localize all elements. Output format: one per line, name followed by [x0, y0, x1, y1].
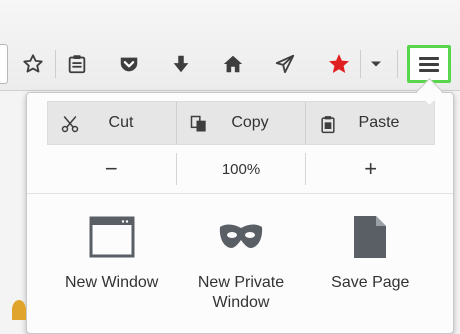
browser-toolbar [0, 0, 460, 91]
save-page-button[interactable]: Save Page [306, 211, 435, 321]
dropdown-caret-icon[interactable] [362, 46, 390, 82]
new-window-icon [89, 211, 135, 263]
toolbar-separator [397, 50, 398, 78]
copy-icon [189, 114, 209, 139]
save-page-label: Save Page [331, 274, 410, 291]
new-private-window-button[interactable]: New Private Window [176, 211, 305, 321]
zoom-controls: − 100% + [47, 153, 435, 185]
zoom-reset-button[interactable]: 100% [175, 153, 307, 185]
edit-controls: Cut Copy Paste [47, 101, 435, 145]
toolbar-separator [55, 50, 56, 78]
copy-label: Copy [231, 114, 269, 131]
zoom-out-button[interactable]: − [47, 153, 176, 185]
menu-panel: Cut Copy Paste − 100% + New Window New P… [26, 92, 454, 334]
new-private-window-label: New Private Window [197, 274, 285, 311]
page-content-edge [12, 300, 26, 320]
panel-divider [27, 193, 453, 194]
reading-list-icon[interactable] [60, 46, 94, 82]
send-plane-icon[interactable] [268, 46, 302, 82]
url-bar-edge[interactable] [0, 44, 8, 84]
toolbar-separator [360, 50, 361, 78]
panel-items: New Window New Private Window Save Page [47, 211, 435, 321]
pocket-icon[interactable] [112, 46, 146, 82]
red-star-addon-icon[interactable] [322, 46, 356, 82]
home-icon[interactable] [216, 46, 250, 82]
paste-label: Paste [358, 114, 400, 131]
bookmark-star-icon[interactable] [16, 46, 50, 82]
paste-button[interactable]: Paste [305, 102, 434, 144]
new-window-label: New Window [64, 274, 159, 291]
copy-button[interactable]: Copy [176, 102, 305, 144]
download-arrow-icon[interactable] [164, 46, 198, 82]
new-window-button[interactable]: New Window [47, 211, 176, 321]
cut-button[interactable]: Cut [48, 102, 176, 144]
clipboard-icon [318, 114, 338, 139]
zoom-in-button[interactable]: + [306, 153, 435, 185]
save-page-icon [352, 211, 388, 263]
scissors-icon [60, 114, 80, 139]
cut-label: Cut [108, 114, 134, 131]
private-mask-icon [217, 211, 265, 263]
hamburger-menu-icon [419, 54, 439, 75]
